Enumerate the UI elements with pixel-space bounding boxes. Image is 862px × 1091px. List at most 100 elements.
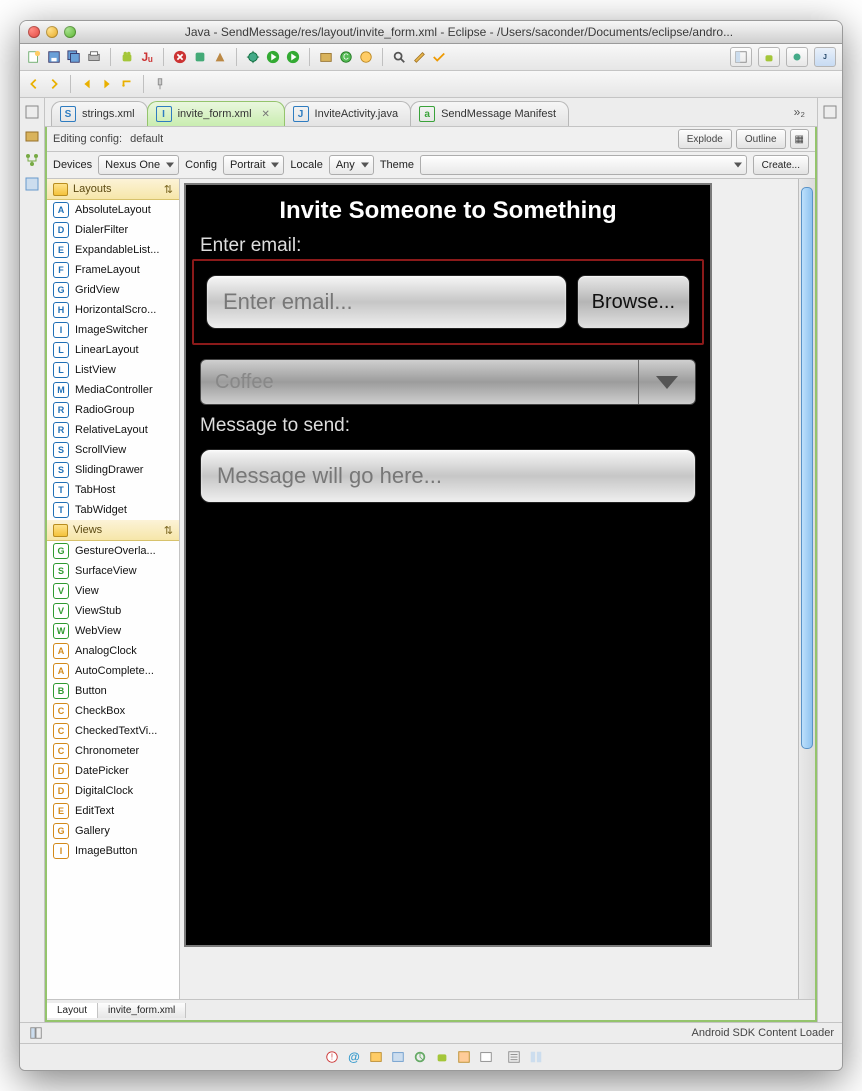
preview-message-input[interactable]: Message will go here... (200, 449, 696, 503)
preview-browse-button[interactable]: Browse... (577, 275, 690, 329)
progress-view-icon[interactable] (412, 1049, 428, 1065)
problems-view-icon[interactable]: ! (324, 1049, 340, 1065)
zoom-icon[interactable] (64, 26, 76, 38)
palette-item[interactable]: CCheckedTextVi... (47, 721, 179, 741)
properties-view-icon[interactable] (528, 1049, 544, 1065)
tab-strings-xml[interactable]: S strings.xml (51, 101, 148, 126)
outline-view-icon[interactable] (506, 1049, 522, 1065)
android-perspective-icon[interactable] (758, 47, 780, 67)
fast-view-icon[interactable] (28, 1025, 44, 1041)
palette-item[interactable]: BButton (47, 681, 179, 701)
preview-spinner[interactable]: Coffee (200, 359, 696, 405)
tab-invite-form-xml[interactable]: I invite_form.xml ✕ (147, 101, 285, 126)
palette-item[interactable]: RRelativeLayout (47, 420, 179, 440)
palette-item[interactable]: RRadioGroup (47, 400, 179, 420)
palette-item[interactable]: SSurfaceView (47, 561, 179, 581)
palette-item[interactable]: LLinearLayout (47, 340, 179, 360)
palette-item[interactable]: VViewStub (47, 601, 179, 621)
palette-group-views[interactable]: Views ⇅ (47, 520, 179, 541)
toggle-mark-icon[interactable] (431, 49, 447, 65)
annotate-icon[interactable] (411, 49, 427, 65)
palette-item[interactable]: AAbsoluteLayout (47, 200, 179, 220)
android-sdk-icon[interactable] (119, 49, 135, 65)
locale-combo[interactable]: Any (329, 155, 374, 175)
bottom-tab-source[interactable]: invite_form.xml (98, 1003, 186, 1018)
bottom-tab-layout[interactable]: Layout (47, 1003, 98, 1018)
new-wizard-icon[interactable] (26, 49, 42, 65)
palette-item[interactable]: IImageButton (47, 841, 179, 861)
search-view-icon[interactable] (478, 1049, 494, 1065)
palette-item[interactable]: HHorizontalScro... (47, 300, 179, 320)
run-last-icon[interactable] (285, 49, 301, 65)
nav-forward-icon[interactable] (99, 76, 115, 92)
last-edit-icon[interactable] (119, 76, 135, 92)
palette-item[interactable]: DDigitalClock (47, 781, 179, 801)
print-icon[interactable] (86, 49, 102, 65)
selected-layout-outline[interactable]: Enter email... Browse... (192, 259, 704, 345)
open-type-icon[interactable] (358, 49, 374, 65)
minimize-icon[interactable] (46, 26, 58, 38)
save-all-icon[interactable] (66, 49, 82, 65)
palette-item[interactable]: CChronometer (47, 741, 179, 761)
explode-button[interactable]: Explode (678, 129, 732, 149)
palette-item[interactable]: GGestureOverla... (47, 541, 179, 561)
save-icon[interactable] (46, 49, 62, 65)
close-tab-icon[interactable]: ✕ (262, 109, 272, 119)
package-explorer-icon[interactable] (24, 128, 40, 144)
preview-email-input[interactable]: Enter email... (206, 275, 567, 329)
search-icon[interactable] (391, 49, 407, 65)
theme-combo[interactable] (420, 155, 747, 175)
back-dd-icon[interactable] (26, 76, 42, 92)
pin-editor-icon[interactable] (152, 76, 168, 92)
clipping-toggle-icon[interactable]: ▦ (790, 129, 809, 149)
logcat-view-icon[interactable] (434, 1049, 450, 1065)
palette-item[interactable]: SScrollView (47, 440, 179, 460)
ext-tool-icon[interactable] (192, 49, 208, 65)
palette-item[interactable]: AAutoComplete... (47, 661, 179, 681)
close-icon[interactable] (28, 26, 40, 38)
palette-item[interactable]: LListView (47, 360, 179, 380)
build-icon[interactable] (212, 49, 228, 65)
palette-item[interactable]: MMediaController (47, 380, 179, 400)
palette-group-layouts[interactable]: Layouts ⇅ (47, 179, 179, 200)
palette-item[interactable]: DDialerFilter (47, 220, 179, 240)
console-view-icon[interactable] (390, 1049, 406, 1065)
palette-item[interactable]: GGridView (47, 280, 179, 300)
fwd-dd-icon[interactable] (46, 76, 62, 92)
palette-item[interactable]: TTabHost (47, 480, 179, 500)
restore-view-icon[interactable] (24, 104, 40, 120)
palette-item[interactable]: VView (47, 581, 179, 601)
javadoc-view-icon[interactable]: @ (346, 1049, 362, 1065)
palette-item[interactable]: SSlidingDrawer (47, 460, 179, 480)
palette-item[interactable]: DDatePicker (47, 761, 179, 781)
tasks-view-icon[interactable] (456, 1049, 472, 1065)
palette-item[interactable]: FFrameLayout (47, 260, 179, 280)
canvas[interactable]: Invite Someone to Something Enter email:… (180, 179, 798, 999)
palette-item[interactable]: EEditText (47, 801, 179, 821)
outline-button[interactable]: Outline (736, 129, 786, 149)
palette-item[interactable]: WWebView (47, 621, 179, 641)
open-perspective-icon[interactable] (730, 47, 752, 67)
java-perspective-icon[interactable]: J (814, 47, 836, 67)
palette-item[interactable]: AAnalogClock (47, 641, 179, 661)
new-package-icon[interactable] (318, 49, 334, 65)
junit-icon[interactable]: Jᵤ (139, 49, 155, 65)
git-icon[interactable] (172, 49, 188, 65)
palette-item[interactable]: IImageSwitcher (47, 320, 179, 340)
run-icon[interactable] (265, 49, 281, 65)
canvas-scrollbar[interactable] (798, 179, 815, 999)
palette-item[interactable]: GGallery (47, 821, 179, 841)
hierarchy-icon[interactable] (24, 152, 40, 168)
palette-item[interactable]: TTabWidget (47, 500, 179, 520)
tab-overflow-button[interactable]: »₂ (788, 103, 811, 121)
config-combo[interactable]: Portrait (223, 155, 284, 175)
device-combo[interactable]: Nexus One (98, 155, 179, 175)
tab-invite-activity-java[interactable]: J InviteActivity.java (284, 101, 412, 126)
navigator-icon[interactable] (24, 176, 40, 192)
create-config-button[interactable]: Create... (753, 155, 809, 175)
new-class-icon[interactable]: C (338, 49, 354, 65)
nav-back-icon[interactable] (79, 76, 95, 92)
declaration-view-icon[interactable] (368, 1049, 384, 1065)
palette-item[interactable]: CCheckBox (47, 701, 179, 721)
debug-perspective-icon[interactable] (786, 47, 808, 67)
